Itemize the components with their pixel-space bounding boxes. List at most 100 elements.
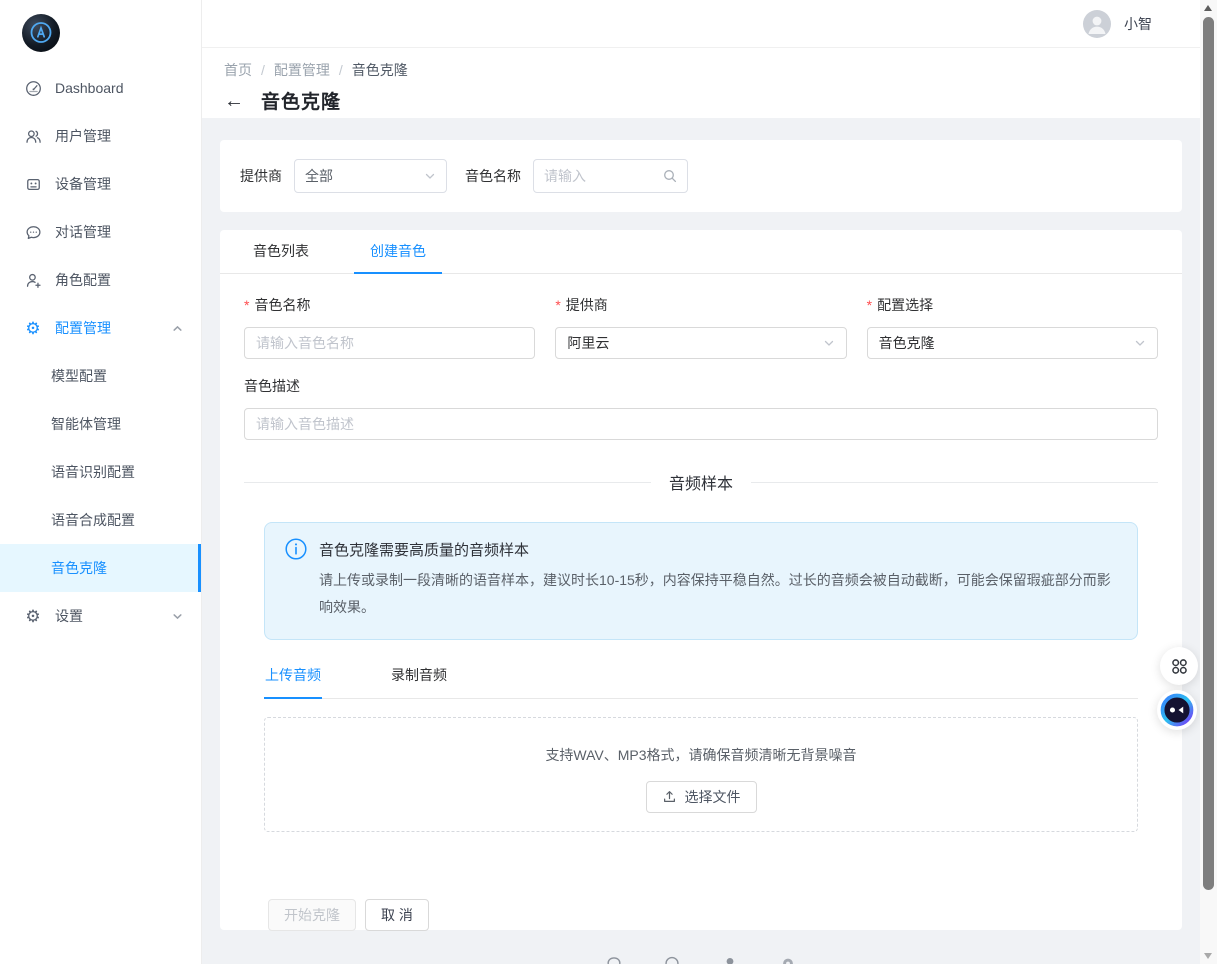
- tab-create-voice[interactable]: 创建音色: [354, 230, 442, 274]
- sidebar-item-label: 角色配置: [55, 270, 111, 290]
- required-asterisk: *: [867, 297, 872, 313]
- tab-voice-list[interactable]: 音色列表: [237, 230, 325, 274]
- choose-file-label: 选择文件: [685, 787, 741, 807]
- footer-gear-icon[interactable]: [780, 955, 797, 964]
- quick-apps-button[interactable]: [1160, 647, 1198, 685]
- voice-name-label: 音色名称: [254, 295, 310, 315]
- tab-create-voice-label: 创建音色: [370, 241, 426, 261]
- user-plus-icon: [24, 271, 42, 289]
- cancel-label: 取 消: [381, 905, 413, 925]
- voice-name-group: * 音色名称: [244, 295, 535, 359]
- divider-line: [244, 482, 651, 483]
- app-logo[interactable]: [0, 0, 201, 64]
- sidebar-subitem-voice-clone[interactable]: 音色克隆: [0, 544, 201, 592]
- voice-name-label-row: * 音色名称: [244, 295, 535, 315]
- breadcrumb-section[interactable]: 配置管理: [274, 60, 330, 80]
- sidebar-item-user-mgmt[interactable]: 用户管理: [0, 112, 201, 160]
- device-icon: [24, 175, 42, 193]
- sidebar-item-label: 设置: [55, 606, 83, 626]
- scrollbar-down-arrow[interactable]: [1204, 953, 1212, 959]
- tab-upload-audio[interactable]: 上传音频: [264, 665, 322, 699]
- robot-face-icon: [1160, 693, 1194, 727]
- sidebar-item-label: 设备管理: [55, 174, 111, 194]
- person-icon: [1083, 10, 1111, 38]
- voice-clone-card: 音色列表 创建音色 * 音色名称: [220, 230, 1182, 930]
- breadcrumb-home[interactable]: 首页: [224, 60, 252, 80]
- scrollbar-up-arrow[interactable]: [1204, 5, 1212, 11]
- filter-card: 提供商 全部 音色名称: [220, 140, 1182, 212]
- footer-links: [606, 955, 797, 964]
- chat-icon: [24, 223, 42, 241]
- config-select-value: 音色克隆: [879, 333, 935, 353]
- tab-upload-audio-label: 上传音频: [265, 667, 321, 683]
- sidebar-item-chat-mgmt[interactable]: 对话管理: [0, 208, 201, 256]
- sidebar-item-label: Dashboard: [55, 80, 124, 96]
- logo-icon: [21, 13, 61, 53]
- tab-record-audio-label: 录制音频: [391, 667, 447, 683]
- upload-hint: 支持WAV、MP3格式，请确保音频清晰无背景噪音: [545, 745, 856, 765]
- main-area: 小智 首页 / 配置管理 / 音色克隆 ← 音色克隆 提供商 全部: [202, 0, 1200, 964]
- description-label: 音色描述: [244, 376, 300, 396]
- gear-icon: ⚙: [24, 607, 42, 625]
- upload-icon: [662, 789, 677, 804]
- cancel-button[interactable]: 取 消: [365, 899, 429, 931]
- user-menu[interactable]: 小智: [1083, 10, 1152, 38]
- sidebar-item-dashboard[interactable]: Dashboard: [0, 64, 201, 112]
- footer-chat-icon[interactable]: [606, 955, 623, 964]
- info-alert: 音色克隆需要高质量的音频样本 请上传或录制一段清晰的语音样本，建议时长10-15…: [264, 522, 1138, 640]
- tab-record-audio[interactable]: 录制音频: [390, 665, 448, 699]
- sidebar-subitem-label: 语音合成配置: [51, 510, 135, 530]
- tabs-bar: 音色列表 创建音色: [220, 230, 1182, 274]
- config-label: 配置选择: [877, 295, 933, 315]
- sidebar-item-config-mgmt[interactable]: ⚙ 配置管理: [0, 304, 201, 352]
- form-row: * 音色名称 * 提供商 阿里云: [244, 295, 1158, 359]
- sidebar-subitem-tts-config[interactable]: 语音合成配置: [0, 496, 201, 544]
- choose-file-button[interactable]: 选择文件: [646, 781, 757, 813]
- voice-name-filter-label: 音色名称: [465, 166, 521, 186]
- user-name: 小智: [1124, 14, 1152, 34]
- required-asterisk: *: [244, 297, 249, 313]
- actions-row: 开始克隆 取 消: [268, 899, 1158, 931]
- sidebar-subitem-label: 智能体管理: [51, 414, 121, 434]
- start-clone-label: 开始克隆: [284, 905, 340, 925]
- topbar: 小智: [202, 0, 1200, 48]
- footer-circle-icon[interactable]: [664, 955, 681, 964]
- voice-name-input[interactable]: [244, 327, 535, 359]
- divider-title: 音频样本: [669, 470, 733, 494]
- provider-select[interactable]: 阿里云: [555, 327, 846, 359]
- breadcrumb-separator: /: [339, 62, 343, 78]
- sidebar-subitem-agent-mgmt[interactable]: 智能体管理: [0, 400, 201, 448]
- create-voice-form: * 音色名称 * 提供商 阿里云: [220, 274, 1182, 931]
- assistant-robot-button[interactable]: [1157, 690, 1197, 730]
- config-select[interactable]: 音色克隆: [867, 327, 1158, 359]
- footer-person-icon[interactable]: [722, 955, 739, 964]
- sidebar-item-label: 配置管理: [55, 318, 111, 338]
- sidebar-item-settings[interactable]: ⚙ 设置: [0, 592, 201, 640]
- upload-dropzone[interactable]: 支持WAV、MP3格式，请确保音频清晰无背景噪音 选择文件: [264, 717, 1138, 832]
- chevron-up-icon: [172, 323, 183, 334]
- scrollbar-thumb[interactable]: [1203, 17, 1214, 890]
- title-row: ← 音色克隆: [224, 87, 1200, 114]
- sidebar-subitem-label: 音色克隆: [51, 558, 107, 578]
- chevron-down-icon: [424, 170, 436, 182]
- users-icon: [24, 127, 42, 145]
- chevron-down-icon: [823, 337, 835, 349]
- sidebar-item-role-config[interactable]: 角色配置: [0, 256, 201, 304]
- start-clone-button[interactable]: 开始克隆: [268, 899, 356, 931]
- config-label-row: * 配置选择: [867, 295, 1158, 315]
- back-arrow-icon[interactable]: ←: [224, 91, 244, 111]
- sidebar-subitem-label: 语音识别配置: [51, 462, 135, 482]
- sidebar-subitem-model-config[interactable]: 模型配置: [0, 352, 201, 400]
- sidebar-item-device-mgmt[interactable]: 设备管理: [0, 160, 201, 208]
- divider-line: [751, 482, 1158, 483]
- description-label-row: 音色描述: [244, 376, 1158, 396]
- vertical-scrollbar[interactable]: [1200, 0, 1217, 964]
- description-input[interactable]: [244, 408, 1158, 440]
- provider-filter-select[interactable]: 全部: [294, 159, 447, 193]
- voice-name-filter-input[interactable]: [544, 168, 657, 184]
- sidebar-subitem-asr-config[interactable]: 语音识别配置: [0, 448, 201, 496]
- provider-label: 提供商: [566, 295, 608, 315]
- search-icon[interactable]: [663, 169, 677, 183]
- content: 提供商 全部 音色名称: [202, 118, 1200, 964]
- gear-icon: ⚙: [24, 319, 42, 337]
